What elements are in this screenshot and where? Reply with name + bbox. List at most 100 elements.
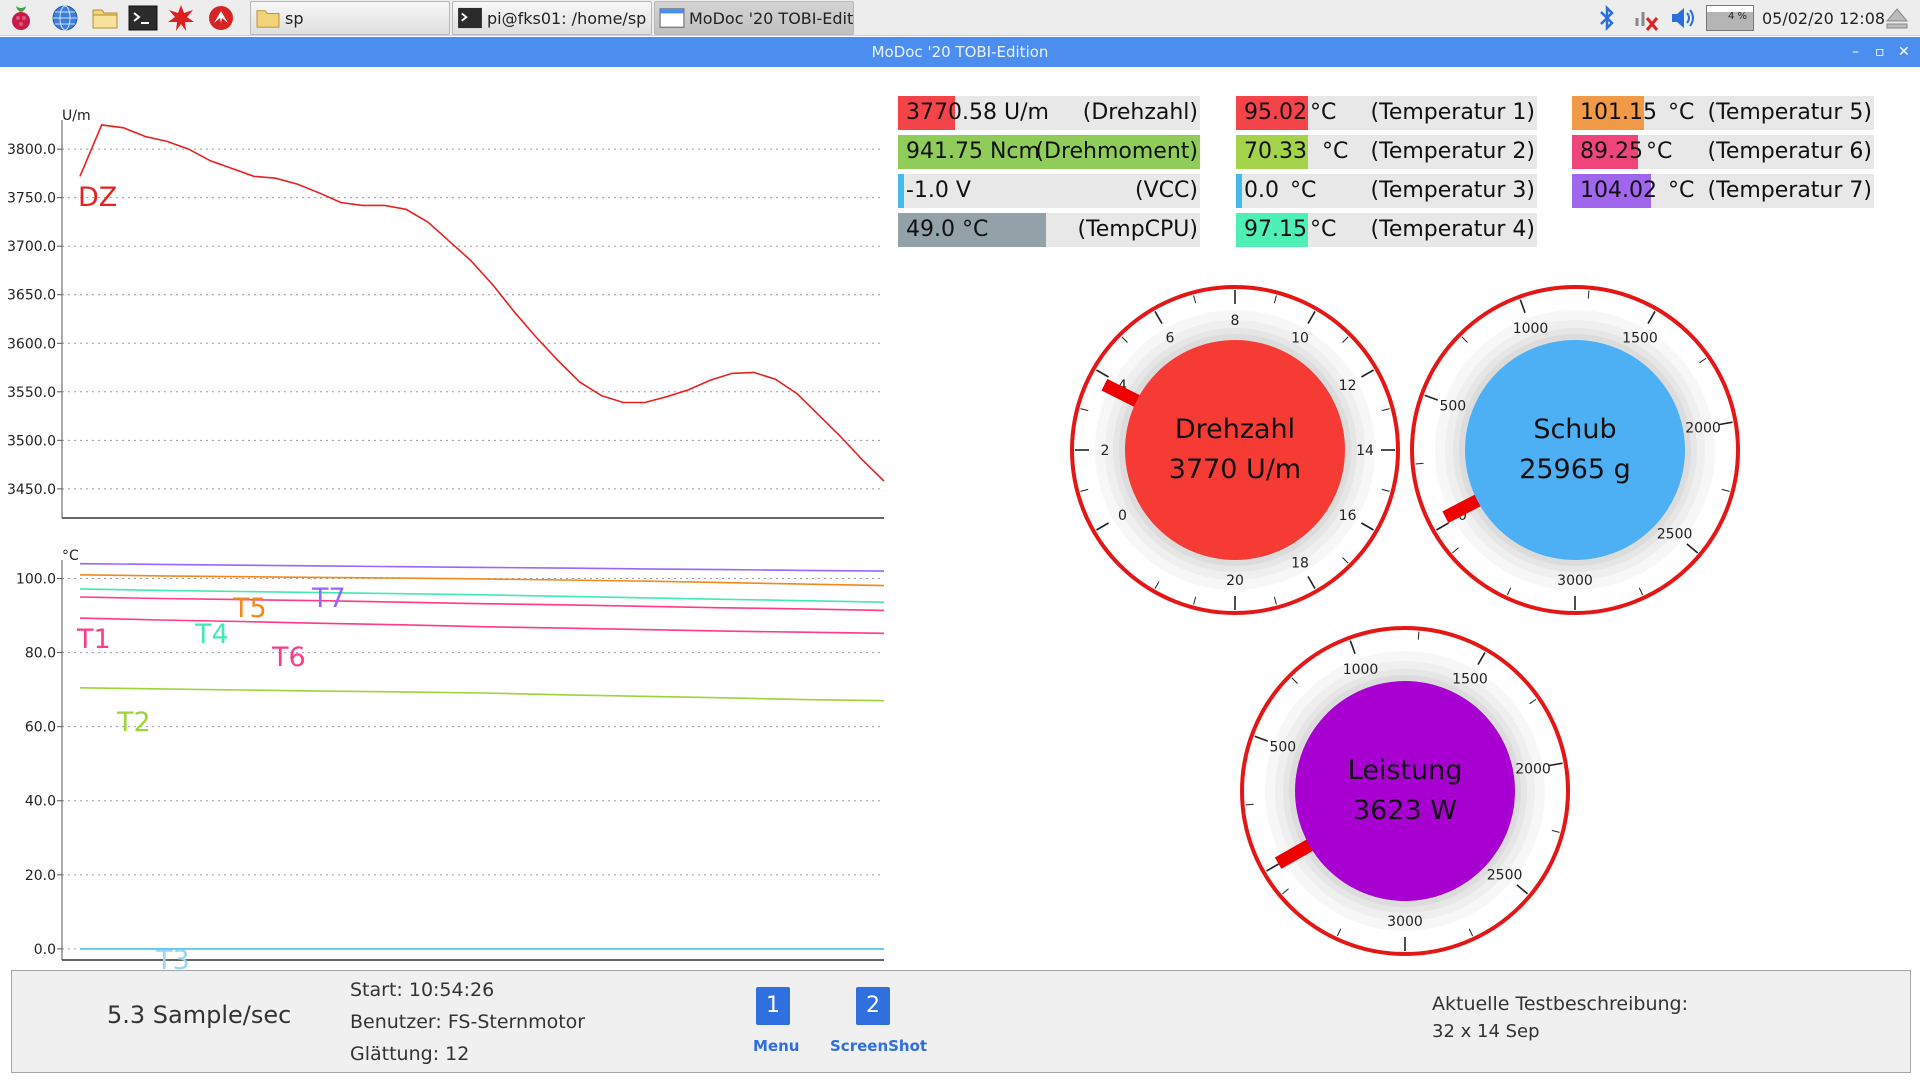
readout-temperatur-7: 104.02 °C (Temperatur 7) [1572, 174, 1874, 208]
readout-unit: °C [1290, 178, 1317, 203]
series-label-t6: T6 [271, 642, 306, 673]
taskbar-button-terminal[interactable]: pi@fks01: /home/sp [452, 1, 652, 35]
readout-label: (TempCPU) [1077, 217, 1198, 242]
level-fill [898, 174, 905, 208]
y-tick-label: 80.0 [25, 646, 56, 662]
readout-temperatur-4: 97.15 °C (Temperatur 4) [1236, 213, 1537, 247]
math-kernel-icon[interactable] [166, 3, 196, 33]
series-label-t4: T4 [194, 619, 229, 650]
gauge-value: 25965 g [1519, 454, 1631, 485]
menu-button-label[interactable]: Menu [753, 1037, 799, 1055]
menu-button[interactable]: 1 [756, 987, 790, 1025]
gauge-minor-tick [1245, 803, 1254, 806]
readout-unit: °C [1310, 100, 1337, 125]
status-footer: 5.3 Sample/sec Start: 10:54:26 Benutzer:… [11, 970, 1911, 1073]
y-tick-label: 3650.0 [7, 288, 56, 304]
taskbar-button-modoc[interactable]: MoDoc '20 TOBI-Editi... [654, 1, 854, 35]
gauge-title: Leistung [1348, 755, 1463, 786]
gauge-tick-label: 2000 [1685, 420, 1721, 436]
readout-value: 49.0 °C [906, 217, 989, 242]
screenshot-button-label[interactable]: ScreenShot [830, 1037, 927, 1055]
smoothing: Glättung: 12 [350, 1043, 470, 1065]
maximize-icon[interactable]: ▫ [1875, 37, 1885, 67]
eject-icon[interactable] [1882, 3, 1912, 33]
gauge-tick-label: 16 [1339, 508, 1357, 524]
readout-value: 104.02 [1580, 178, 1657, 203]
test-description-title: Aktuelle Testbeschreibung: [1432, 993, 1688, 1015]
temp-series-t1 [79, 596, 885, 612]
readout-unit: °C [1310, 217, 1337, 242]
terminal-icon[interactable] [128, 3, 158, 33]
gauge-tick-label: 2000 [1515, 761, 1551, 777]
file-manager-icon[interactable] [90, 3, 120, 33]
rpm-chart: U/m 3800.0 3750.0 3700.0 3650.0 3600.0 3550.0… [7, 108, 885, 519]
sample-rate: 5.3 Sample/sec [107, 1001, 292, 1029]
readout-value: 97.15 [1244, 217, 1307, 242]
readout-label: (Temperatur 3) [1370, 178, 1535, 203]
readout-value: 101.15 [1580, 100, 1657, 125]
readout-value: 3770.58 U/m [906, 100, 1049, 125]
readout-label: (Temperatur 7) [1707, 178, 1872, 203]
taskbar-button-sp[interactable]: sp [250, 1, 450, 35]
gauge-value: 3770 U/m [1169, 454, 1301, 485]
y-tick-label: 3750.0 [7, 191, 56, 207]
gauge-schub: 050010001500200025003000 Schub 25965 g [1410, 285, 1740, 615]
series-label-t7: T7 [311, 583, 346, 614]
raspberry-menu-icon[interactable] [6, 3, 36, 33]
taskbar-button-label: MoDoc '20 TOBI-Editi... [689, 8, 854, 28]
gauge-tick-label: 8 [1231, 313, 1240, 329]
y-tick-label: 100.0 [16, 572, 56, 588]
readout-value: 0.0 [1244, 178, 1279, 203]
readout-temperatur-1: 95.02 °C (Temperatur 1) [1236, 96, 1537, 130]
close-icon[interactable]: ✕ [1898, 37, 1910, 67]
readout-label: (Drehzahl) [1082, 100, 1198, 125]
window-titlebar: MoDoc '20 TOBI-Edition – ▫ ✕ [0, 37, 1920, 67]
window-title: MoDoc '20 TOBI-Edition [871, 43, 1049, 61]
gauge-tick-label: 500 [1269, 740, 1296, 756]
gauge-disc [1295, 681, 1515, 901]
taskbar: sp pi@fks01: /home/sp MoDoc '20 TOBI-Edi… [0, 0, 1920, 36]
gauge-minor-tick [1587, 290, 1590, 299]
gauge-tick-label: 12 [1339, 378, 1357, 394]
taskbar-button-label: pi@fks01: /home/sp [487, 8, 647, 28]
gauge-tick-label: 1500 [1622, 330, 1658, 346]
readout-label: (Temperatur 2) [1370, 139, 1535, 164]
gauge-disc [1125, 340, 1345, 560]
gauge-tick-label: 1500 [1452, 671, 1488, 687]
y-tick-label: 3600.0 [7, 336, 56, 352]
readout-label: (Temperatur 4) [1370, 217, 1535, 242]
readout-temperatur-5: 101.15 °C (Temperatur 5) [1572, 96, 1874, 130]
gauge-drehzahl: 02468101214161820 Drehzahl 3770 U/m [1070, 285, 1400, 615]
volume-icon[interactable] [1668, 3, 1698, 33]
gauge-value: 3623 W [1353, 795, 1457, 826]
series-label-t3: T3 [155, 945, 190, 970]
readout-temperatur-2: 70.33 °C (Temperatur 2) [1236, 135, 1537, 169]
y-tick-label: 40.0 [25, 794, 56, 810]
readout-value: 95.02 [1244, 100, 1307, 125]
temp-series-t4 [79, 588, 885, 603]
temp-series-t5 [79, 574, 885, 587]
temp-series-t7 [79, 562, 885, 572]
bluetooth-icon[interactable] [1592, 3, 1622, 33]
readout-drehmoment: 941.75 Ncm (Drehmoment) [898, 135, 1200, 169]
gauge-title: Schub [1533, 414, 1616, 445]
screenshot-button[interactable]: 2 [856, 987, 890, 1025]
rpm-series-dz [79, 124, 885, 482]
clock: 05/02/20 12:08 [1762, 9, 1886, 28]
gauge-tick-label: 2500 [1487, 868, 1523, 884]
readout-unit: °C [1668, 100, 1695, 125]
readout-value: 89.25 [1580, 139, 1643, 164]
gauge-tick-label: 2500 [1657, 527, 1693, 543]
start-time: Start: 10:54:26 [350, 979, 495, 1001]
y-tick-label: 3450.0 [7, 482, 56, 498]
readout-label: (Temperatur 5) [1707, 100, 1872, 125]
readout-unit: °C [1322, 139, 1349, 164]
readout-value: -1.0 V [906, 178, 971, 203]
network-disconnected-icon[interactable] [1630, 3, 1660, 33]
minimize-icon[interactable]: – [1852, 37, 1859, 67]
wolfram-icon[interactable] [206, 3, 236, 33]
readout-vcc: -1.0 V (VCC) [898, 174, 1200, 208]
web-browser-icon[interactable] [50, 3, 80, 33]
level-fill [1236, 174, 1243, 208]
readout-drehzahl: 3770.58 U/m (Drehzahl) [898, 96, 1200, 130]
